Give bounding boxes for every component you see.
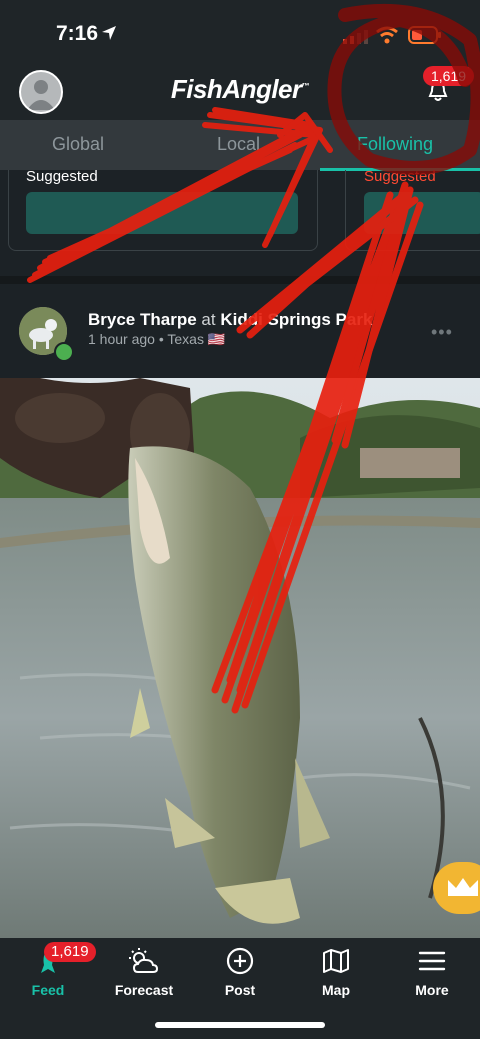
catch-photo[interactable]: [0, 378, 480, 938]
cellular-signal-icon: [343, 30, 368, 44]
nav-map[interactable]: Map: [288, 946, 384, 998]
nav-more-label: More: [415, 982, 449, 998]
suggested-label: Suggested: [26, 168, 98, 185]
post-location[interactable]: Kiddi Springs Park: [220, 310, 372, 329]
tab-following[interactable]: Following: [357, 134, 433, 155]
plus-circle-icon: [226, 947, 254, 975]
nav-forecast[interactable]: Forecast: [96, 946, 192, 998]
location-arrow-icon: [102, 26, 116, 40]
weather-icon: [129, 948, 159, 973]
post-meta: 1 hour ago • Texas 🇺🇸: [88, 331, 225, 348]
tab-local[interactable]: Local: [217, 134, 260, 155]
post-author[interactable]: Bryce Tharpe: [88, 310, 197, 329]
nav-post-label: Post: [224, 982, 256, 998]
logo-tm: ™: [301, 81, 310, 91]
app-logo: FishAngler™: [0, 74, 480, 105]
app-header: FishAngler™ 1,619: [0, 64, 480, 120]
logo-text: FishAngler: [170, 74, 302, 104]
feed-badge: 1,619: [44, 942, 96, 962]
hamburger-icon: [418, 951, 446, 971]
nav-map-label: Map: [322, 982, 350, 998]
follow-button[interactable]: [364, 192, 480, 234]
tab-global[interactable]: Global: [52, 134, 104, 155]
nav-more[interactable]: More: [384, 946, 480, 998]
follow-button[interactable]: [26, 192, 298, 234]
at-word: at: [201, 310, 216, 329]
nav-feed-label: Feed: [31, 982, 65, 998]
nav-post[interactable]: Post: [192, 946, 288, 998]
home-indicator: [155, 1022, 325, 1028]
angler-level-badge: [54, 342, 74, 362]
feed-tabs: Global Local Following: [0, 120, 480, 170]
flag-icon: 🇺🇸: [207, 331, 226, 347]
crown-icon: [448, 878, 478, 896]
meta-separator: •: [158, 331, 164, 347]
battery-icon: [408, 26, 441, 44]
section-divider: [0, 276, 480, 284]
post-time: 1 hour ago: [88, 331, 155, 347]
status-bar: 7:16: [0, 0, 480, 64]
map-icon: [323, 949, 349, 973]
status-time: 7:16: [56, 22, 99, 45]
premium-button[interactable]: [433, 862, 480, 914]
wifi-icon: [376, 26, 398, 44]
notification-badge: 1,619: [423, 66, 475, 86]
post-region: Texas: [167, 331, 204, 347]
suggested-label: Suggested: [364, 168, 436, 185]
nav-forecast-label: Forecast: [114, 982, 174, 998]
post-author-line[interactable]: Bryce Tharpe at Kiddi Springs Park: [88, 310, 372, 330]
more-options-icon[interactable]: •••: [431, 322, 453, 343]
fish-photo-drawing: [0, 378, 480, 938]
